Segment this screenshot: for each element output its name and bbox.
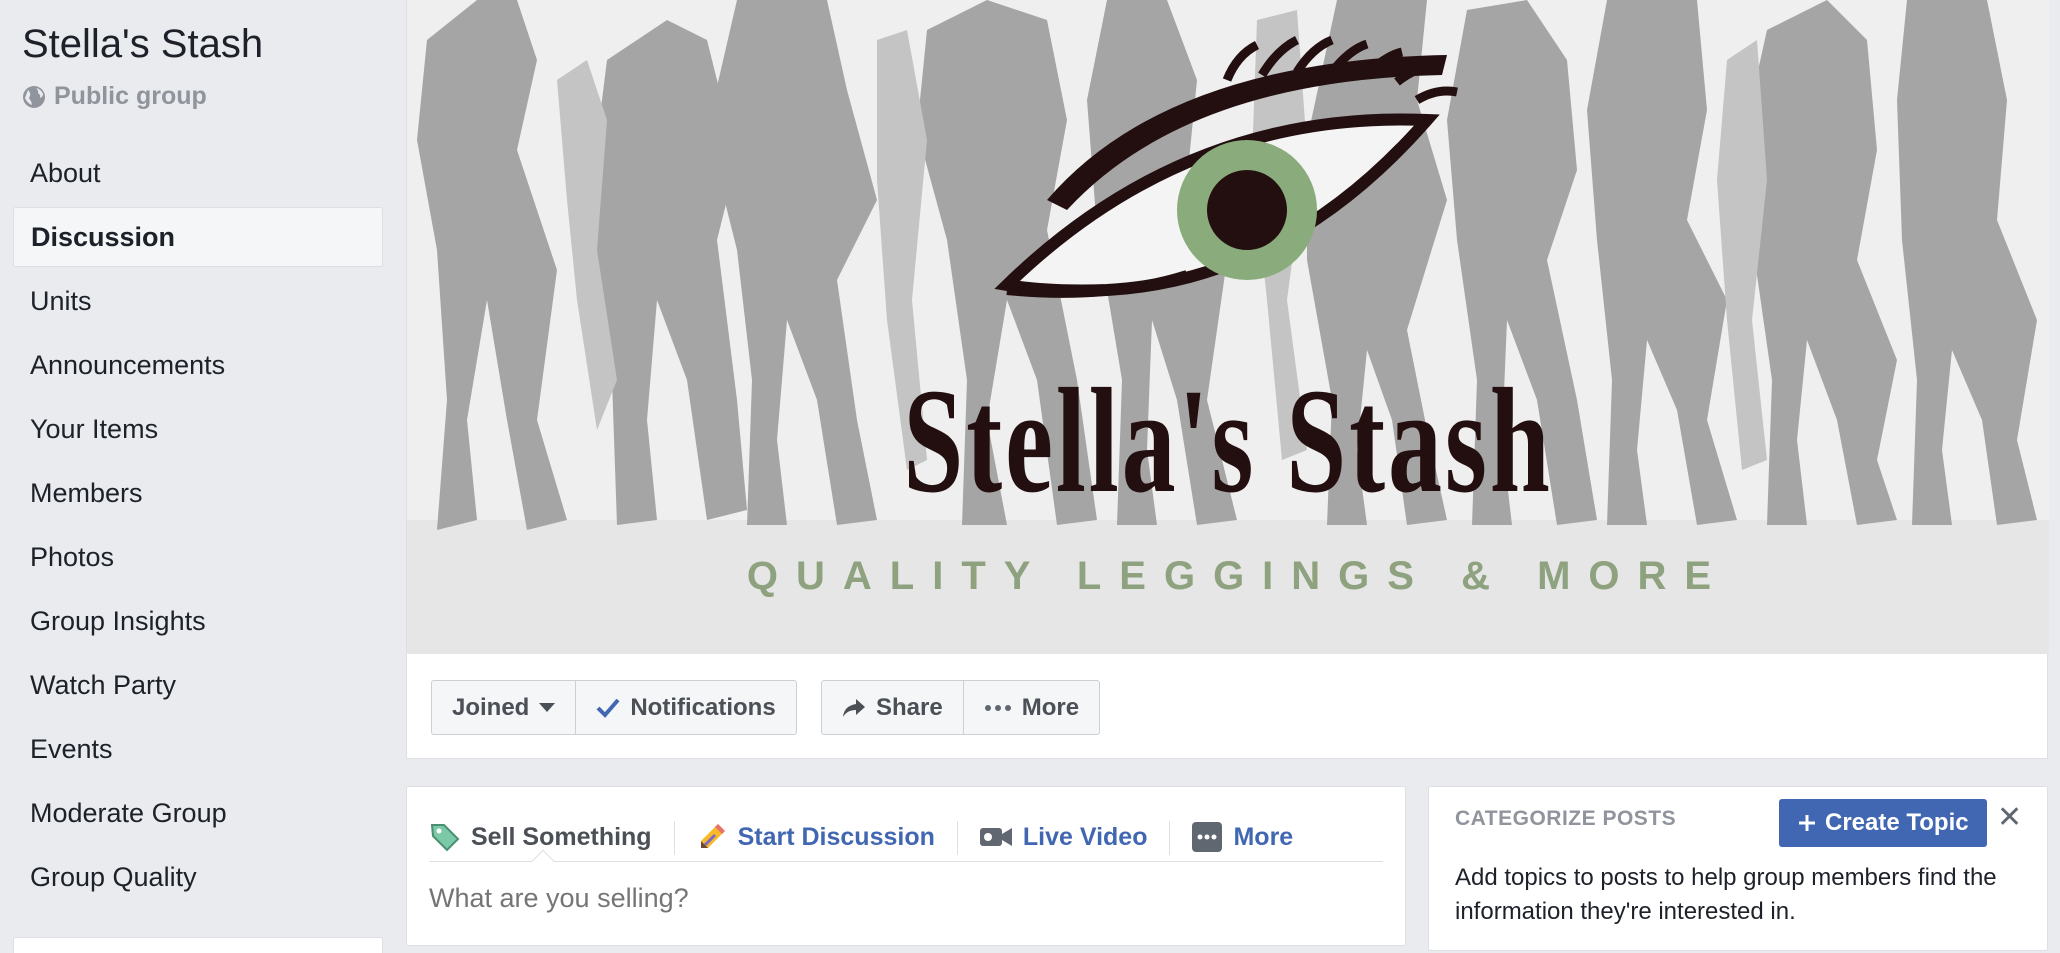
tab-discussion-label: Start Discussion xyxy=(737,822,935,851)
post-composer: Sell Something Start Discussion Live Vid… xyxy=(406,786,1406,946)
sidebar-item-members[interactable]: Members xyxy=(13,463,383,523)
privacy-label: Public group xyxy=(54,82,207,110)
notifications-button[interactable]: Notifications xyxy=(575,681,795,734)
more-button[interactable]: More xyxy=(962,681,1099,734)
sidebar-nav: About Discussion Units Announcements You… xyxy=(13,143,383,911)
categorize-description: Add topics to posts to help group member… xyxy=(1455,864,1997,925)
tab-sell-something[interactable]: Sell Something xyxy=(429,817,674,857)
tab-live-video[interactable]: Live Video xyxy=(956,817,1170,857)
membership-button-group: Joined Notifications xyxy=(431,680,797,735)
sidebar-item-announcements[interactable]: Announcements xyxy=(13,335,383,395)
cover-logo-title: Stella's Stash xyxy=(903,358,1553,524)
more-box-icon xyxy=(1192,822,1223,852)
create-topic-label: Create Topic xyxy=(1825,809,1969,836)
categorize-title: CATEGORIZE POSTS xyxy=(1455,807,1677,830)
checkmark-icon xyxy=(596,698,620,718)
cover-photo[interactable]: Stella's Stash QUALITY LEGGINGS & MORE xyxy=(407,0,2049,654)
left-sidebar: Stella's Stash Public group About Discus… xyxy=(0,0,400,953)
cover-card: Stella's Stash QUALITY LEGGINGS & MORE J… xyxy=(406,0,2049,759)
price-tag-icon xyxy=(430,824,460,852)
tab-sell-label: Sell Something xyxy=(471,822,652,851)
sidebar-item-about[interactable]: About xyxy=(13,143,383,203)
share-button[interactable]: Share xyxy=(822,681,963,734)
group-privacy: Public group xyxy=(22,82,207,111)
plus-icon xyxy=(1799,815,1815,831)
create-topic-button[interactable]: Create Topic xyxy=(1779,799,1987,847)
share-arrow-icon xyxy=(843,698,865,717)
joined-button[interactable]: Joined xyxy=(432,681,575,734)
globe-icon xyxy=(23,85,45,108)
more-label: More xyxy=(1021,693,1080,721)
composer-tabs: Sell Something Start Discussion Live Vid… xyxy=(429,807,1315,867)
tab-start-discussion[interactable]: Start Discussion xyxy=(673,817,957,857)
sidebar-item-group-insights[interactable]: Group Insights xyxy=(13,591,383,651)
composer-divider xyxy=(429,861,1383,862)
caret-down-icon xyxy=(539,703,556,712)
composer-input[interactable] xyxy=(429,883,1379,914)
more-dots-icon xyxy=(984,704,1011,711)
close-icon[interactable]: ✕ xyxy=(1997,803,2022,833)
pencil-icon xyxy=(700,824,725,848)
tab-more[interactable]: More xyxy=(1169,817,1315,857)
sidebar-item-group-quality[interactable]: Group Quality xyxy=(13,847,383,907)
share-more-button-group: Share More xyxy=(821,680,1101,735)
sidebar-item-watch-party[interactable]: Watch Party xyxy=(13,655,383,715)
tab-live-label: Live Video xyxy=(1022,822,1148,851)
sidebar-item-units[interactable]: Units xyxy=(13,271,383,331)
video-camera-icon xyxy=(979,828,1012,846)
notifications-label: Notifications xyxy=(630,693,776,721)
categorize-posts-panel: CATEGORIZE POSTS Create Topic ✕ Add topi… xyxy=(1428,786,2048,951)
sidebar-search-box[interactable] xyxy=(13,937,383,953)
sidebar-item-discussion[interactable]: Discussion xyxy=(13,207,383,267)
sidebar-item-events[interactable]: Events xyxy=(13,719,383,779)
group-name[interactable]: Stella's Stash xyxy=(22,22,263,67)
cover-tagline: QUALITY LEGGINGS & MORE xyxy=(746,554,1730,598)
sidebar-item-moderate-group[interactable]: Moderate Group xyxy=(13,783,383,843)
tab-more-label: More xyxy=(1233,822,1294,851)
joined-label: Joined xyxy=(452,693,530,721)
share-label: Share xyxy=(876,693,943,721)
sidebar-item-photos[interactable]: Photos xyxy=(13,527,383,587)
sidebar-item-your-items[interactable]: Your Items xyxy=(13,399,383,459)
